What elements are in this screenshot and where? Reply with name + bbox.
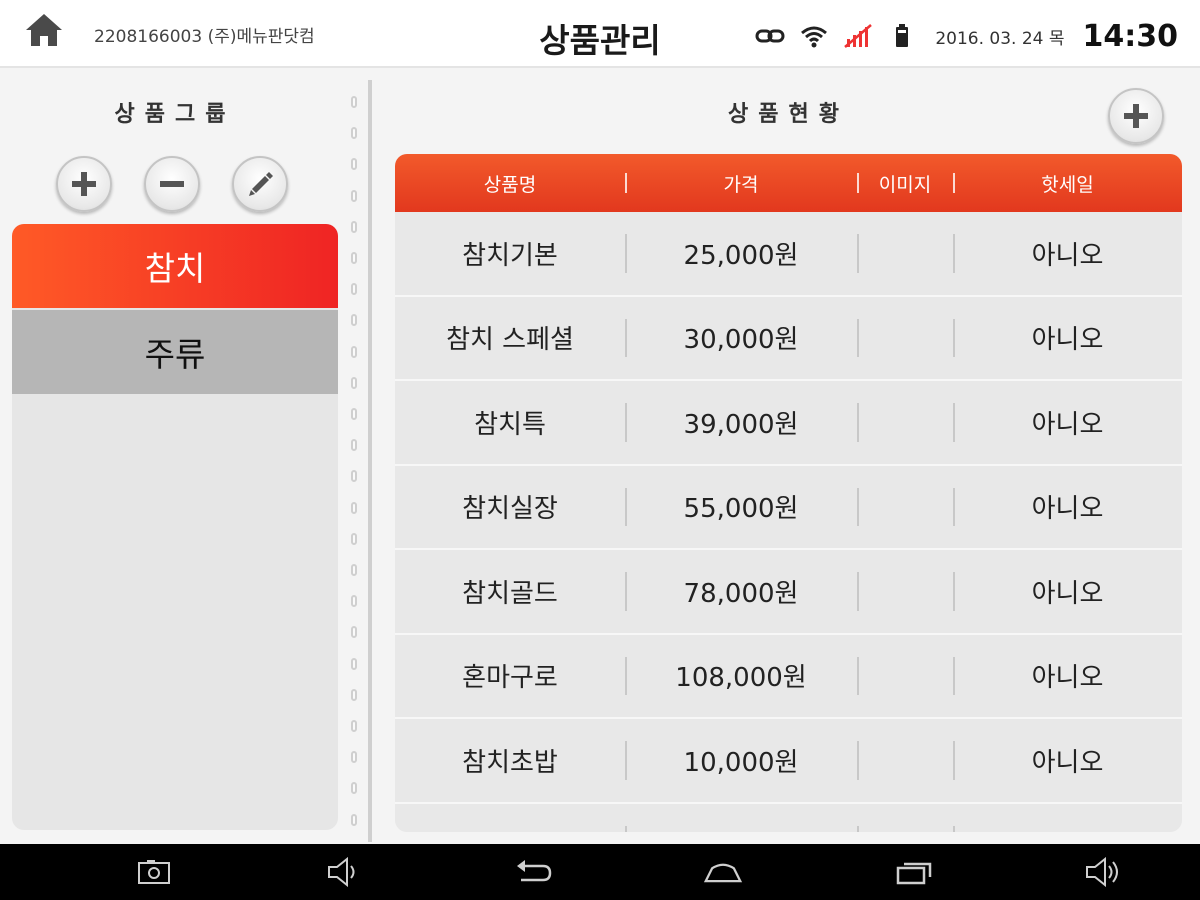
group-item-tuna[interactable]: 참치 xyxy=(12,224,338,308)
product-price: 108,000원 xyxy=(625,635,857,718)
add-group-button[interactable] xyxy=(56,156,112,212)
product-name: 혼마구로 xyxy=(462,663,558,694)
edit-group-button[interactable] xyxy=(232,156,288,212)
table-row[interactable]: 참치골드 78,000원 아니오 xyxy=(395,550,1182,635)
main-content: 상품그룹 참치 주류 상품현황 상품명 가격 이미지 핫세일 참치기본 25,0… xyxy=(0,68,1200,844)
table-row[interactable]: 혼마구로 108,000원 아니오 xyxy=(395,634,1182,719)
column-header-image[interactable]: 이미지 xyxy=(857,170,953,197)
product-name: 참치골드 xyxy=(462,578,558,609)
recent-apps-icon[interactable] xyxy=(894,854,934,890)
product-price: 10,000원 xyxy=(625,719,857,802)
product-name: 참치 스페셜 xyxy=(446,325,574,356)
product-hotsale: 아니오 xyxy=(953,212,1182,295)
link-icon xyxy=(755,22,785,50)
status-clock: 14:30 xyxy=(1082,18,1179,54)
group-item-label: 주류 xyxy=(144,335,206,374)
group-item-label: 참치 xyxy=(144,249,206,288)
product-image xyxy=(857,719,953,802)
column-header-price[interactable]: 가격 xyxy=(625,170,857,197)
product-price: 78,000원 xyxy=(625,550,857,633)
wifi-icon xyxy=(799,22,829,50)
product-hotsale: 아니오 xyxy=(953,635,1182,718)
table-body: 참치기본 25,000원 아니오 참치 스페셜 30,000원 아니오 참치특 … xyxy=(395,212,1182,832)
product-name: 참치초밥 xyxy=(462,747,558,778)
product-table: 상품명 가격 이미지 핫세일 참치기본 25,000원 아니오 참치 스페셜 3… xyxy=(395,154,1182,832)
plus-icon xyxy=(72,172,96,196)
product-panel-title: 상품현황 xyxy=(728,102,849,127)
product-image xyxy=(857,212,953,295)
plus-icon xyxy=(1124,104,1148,128)
table-header: 상품명 가격 이미지 핫세일 xyxy=(395,154,1182,212)
group-panel-title: 상품그룹 xyxy=(114,102,236,127)
product-name: 참치기본 xyxy=(462,240,558,271)
product-image xyxy=(857,635,953,718)
product-name: 참치실장 xyxy=(462,494,558,525)
home-icon[interactable] xyxy=(24,12,64,48)
product-price: 55,000원 xyxy=(625,466,857,549)
product-price: 39,000원 xyxy=(625,381,857,464)
system-navigation-bar xyxy=(0,844,1200,900)
no-signal-icon xyxy=(843,22,873,50)
product-hotsale: 아니오 xyxy=(953,381,1182,464)
group-list: 참치 주류 xyxy=(12,224,338,830)
add-product-button[interactable] xyxy=(1108,88,1164,144)
volume-down-icon[interactable] xyxy=(323,854,363,890)
table-row[interactable]: 참치실장 55,000원 아니오 xyxy=(395,465,1182,550)
table-row[interactable]: 참치초밥 10,000원 아니오 xyxy=(395,719,1182,804)
table-row[interactable]: 참치기본 25,000원 아니오 xyxy=(395,212,1182,297)
volume-up-icon[interactable] xyxy=(1083,854,1123,890)
status-header: 2208166003 (주)메뉴판닷컴 상품관리 2016. 03. 24 목 … xyxy=(0,0,1200,68)
battery-icon xyxy=(887,22,917,50)
page-title: 상품관리 xyxy=(539,21,661,60)
product-price: 30,000원 xyxy=(625,297,857,380)
group-item-liquor[interactable]: 주류 xyxy=(12,310,338,394)
camera-icon[interactable] xyxy=(134,854,174,890)
product-hotsale: 아니오 xyxy=(953,550,1182,633)
table-row-partial[interactable] xyxy=(395,803,1182,832)
product-image xyxy=(857,381,953,464)
column-header-hotsale[interactable]: 핫세일 xyxy=(953,170,1182,197)
home-icon[interactable] xyxy=(703,854,743,890)
binder-rings xyxy=(347,96,361,826)
column-header-name[interactable]: 상품명 xyxy=(395,170,625,197)
product-image xyxy=(857,550,953,633)
product-name: 참치특 xyxy=(474,409,546,440)
status-date: 2016. 03. 24 목 xyxy=(935,28,1065,49)
product-hotsale: 아니오 xyxy=(953,297,1182,380)
product-price: 25,000원 xyxy=(625,212,857,295)
merchant-info: 2208166003 (주)메뉴판닷컴 xyxy=(94,27,315,47)
product-hotsale: 아니오 xyxy=(953,466,1182,549)
table-row[interactable]: 참치특 39,000원 아니오 xyxy=(395,381,1182,466)
product-image xyxy=(857,297,953,380)
remove-group-button[interactable] xyxy=(144,156,200,212)
panel-divider xyxy=(368,80,372,842)
product-hotsale: 아니오 xyxy=(953,719,1182,802)
table-row[interactable]: 참치 스페셜 30,000원 아니오 xyxy=(395,296,1182,381)
minus-icon xyxy=(160,181,184,187)
back-icon[interactable] xyxy=(513,854,553,890)
product-image xyxy=(857,466,953,549)
pencil-icon xyxy=(249,172,273,196)
status-bar: 2016. 03. 24 목 14:30 xyxy=(755,16,1178,56)
